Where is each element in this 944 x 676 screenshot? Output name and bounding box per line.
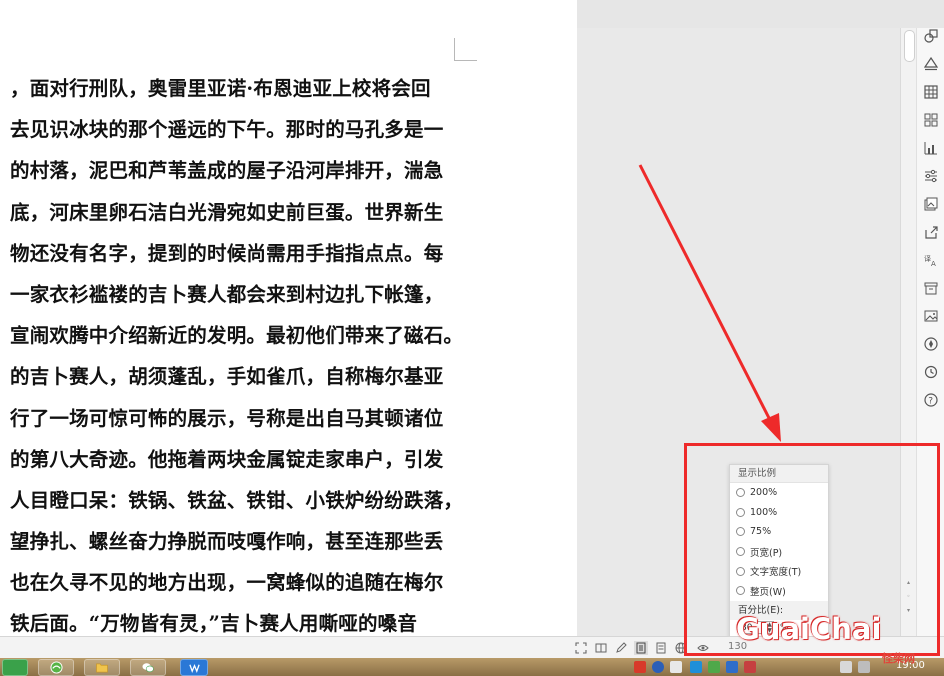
grid-icon[interactable] [923,112,939,128]
radio-button[interactable] [736,566,745,576]
tray-cloud-icon[interactable] [690,661,702,673]
tray-volume-icon[interactable] [840,661,852,673]
taskbar-wechat-icon[interactable] [130,659,166,676]
zoom-percent-input[interactable] [738,621,766,634]
document-line[interactable]: 底，河床里卵石洁白光滑宛如史前巨蛋。世界新生 [10,192,470,233]
document-line[interactable]: 的第八大奇迹。他拖着两块金属锭走家串户，引发 [10,439,470,480]
tray-keyboard-icon[interactable] [670,661,682,673]
archive-icon[interactable] [923,280,939,296]
right-tool-strip: 译A ? [916,28,944,636]
radio-button[interactable] [736,507,745,517]
status-zoom-text[interactable]: 130 [728,641,747,652]
zoom-option-label: 文字宽度(T) [750,567,802,579]
radio-button[interactable] [736,547,745,557]
zoom-option[interactable]: 75% [730,522,828,542]
zoom-option[interactable]: 整页(W) [730,581,828,601]
vertical-scrollbar[interactable]: ▴ ◦ ▾ [900,28,917,636]
document-body[interactable]: ，面对行刑队，奥雷里亚诺·布恩迪亚上校将会回 去见识冰块的那个遥远的下午。那时的马… [10,68,470,636]
windows-taskbar: 19:00 [0,658,944,676]
pen-icon[interactable] [614,641,628,655]
page-view-icon[interactable] [634,641,648,655]
zoom-percent-label: 百分比(E): [730,601,828,620]
share-icon[interactable] [923,224,939,240]
zoom-percent-unit: % [780,622,789,633]
zoom-option-label: 100% [750,506,778,518]
zoom-option-label: 200% [750,487,778,499]
tray-display-icon[interactable] [858,661,870,673]
zoom-option[interactable]: 100% [730,503,828,523]
document-line[interactable]: 铁后面。“万物皆有灵，”吉卜赛人用嘶哑的嗓音 [10,603,470,636]
history-icon[interactable] [923,364,939,380]
document-line[interactable]: 的村落，泥巴和芦苇盖成的屋子沿河岸排开，湍急 [10,150,470,191]
scroll-down-small-icon[interactable]: ▾ [905,608,912,614]
taskbar-clock[interactable]: 19:00 [896,660,925,671]
document-line[interactable]: 望挣扎、螺丝奋力挣脱而吱嘎作响，甚至连那些丢 [10,521,470,562]
fill-icon[interactable] [923,56,939,72]
radio-button[interactable] [736,586,745,596]
zoom-option-label: 75% [750,526,772,538]
document-line[interactable]: ，面对行刑队，奥雷里亚诺·布恩迪亚上校将会回 [10,68,470,109]
zoom-ratio-popup: 显示比例 200% 100% 75% 页宽(P) 文字宽度(T) 整页(W) 百分比(E)… [729,464,829,638]
tray-help-icon[interactable] [652,661,664,673]
reading-view-icon[interactable] [594,641,608,655]
image-gallery-icon[interactable] [923,196,939,212]
table-icon[interactable] [923,84,939,100]
zoom-option[interactable]: 页宽(P) [730,542,828,562]
eye-protection-icon[interactable] [696,641,710,655]
shapes-icon[interactable] [923,28,939,44]
zoom-option-label: 整页(W) [750,586,786,598]
taskbar-app-green[interactable] [2,659,28,676]
help-icon[interactable]: ? [923,392,939,408]
document-line[interactable]: 物还没有名字，提到的时候尚需用手指指点点。每 [10,233,470,274]
word-processor-window: ，面对行刑队，奥雷里亚诺·布恩迪亚上校将会回 去见识冰块的那个遥远的下午。那时的马… [0,0,944,676]
translate-icon[interactable]: 译A [923,252,939,268]
tray-network-icon[interactable] [726,661,738,673]
fullscreen-icon[interactable] [574,641,588,655]
document-line[interactable]: 去见识冰块的那个遥远的下午。那时的马孔多是一 [10,109,470,150]
taskbar-wps-icon[interactable] [180,659,208,676]
svg-text:译: 译 [924,255,931,263]
zoom-popup-title: 显示比例 [730,465,828,483]
radio-button[interactable] [736,527,745,537]
zoom-option-list: 200% 100% 75% 页宽(P) 文字宽度(T) 整页(W) [730,483,828,601]
document-line[interactable]: 一家衣衫褴褛的吉卜赛人都会来到村边扎下帐篷， [10,274,470,315]
status-bar: 130 [0,636,944,659]
web-view-icon[interactable] [674,641,688,655]
radio-button[interactable] [736,488,745,498]
zoom-percent-row: ▲▼ % [738,621,789,634]
document-line[interactable]: 的吉卜赛人，胡须蓬乱，手如雀爪，自称梅尔基亚 [10,356,470,397]
picture-icon[interactable] [923,308,939,324]
chart-icon[interactable] [923,140,939,156]
taskbar-folder-icon[interactable] [84,659,120,676]
filter-icon[interactable] [923,168,939,184]
svg-text:A: A [931,260,936,267]
zoom-percent-spinner[interactable]: ▲ ▼ [766,621,774,634]
tray-security-icon[interactable] [708,661,720,673]
scroll-thumb[interactable] [904,30,915,62]
document-line[interactable]: 行了一场可惊可怖的展示，号称是出自马其顿诸位 [10,398,470,439]
document-page[interactable]: ，面对行刑队，奥雷里亚诺·布恩迪亚上校将会回 去见识冰块的那个遥远的下午。那时的马… [0,0,577,636]
scroll-up-small-icon[interactable]: ▴ [905,580,912,586]
document-line[interactable]: 也在久寻不见的地方出现，一窝蜂似的追随在梅尔 [10,562,470,603]
tray-sogou-icon[interactable] [634,661,646,673]
svg-text:?: ? [928,397,933,407]
tray-app-icon[interactable] [744,661,756,673]
zoom-option[interactable]: 文字宽度(T) [730,561,828,581]
scroll-dot-icon[interactable]: ◦ [905,594,912,600]
page-corner-marker [454,38,477,61]
compass-icon[interactable] [923,336,939,352]
document-line[interactable]: 宣闹欢腾中介绍新近的发明。最初他们带来了磁石。 [10,315,470,356]
zoom-option-label: 页宽(P) [750,547,783,559]
outline-view-icon[interactable] [654,641,668,655]
taskbar-browser-icon[interactable] [38,659,74,676]
zoom-option[interactable]: 200% [730,483,828,503]
document-line[interactable]: 人目瞪口呆：铁锅、铁盆、铁钳、小铁炉纷纷跌落， [10,480,470,521]
